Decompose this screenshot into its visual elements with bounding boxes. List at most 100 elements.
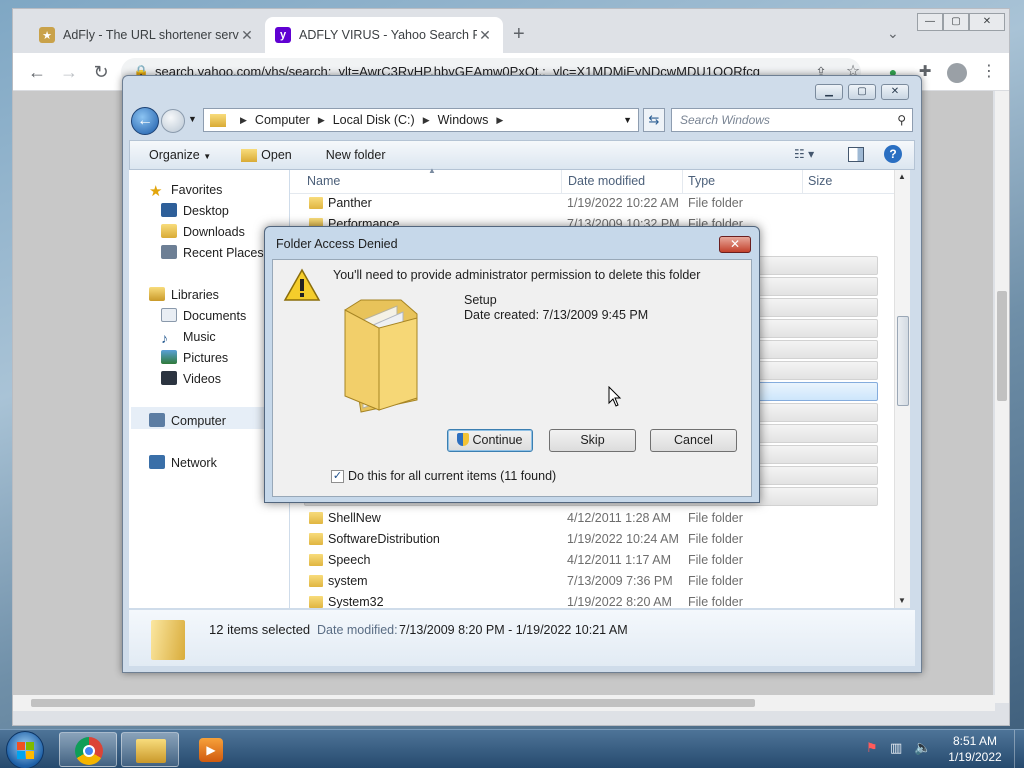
tab-adfly[interactable]: ★ AdFly - The URL shortener servic ✕ [29,17,265,53]
address-dropdown-icon[interactable]: ▼ [623,115,632,125]
file-type: File folder [688,532,743,546]
nav-documents[interactable]: Documents [161,306,246,326]
file-date: 4/12/2011 1:17 AM [567,553,672,567]
folder-date-created: Date created: 7/13/2009 9:45 PM [464,308,649,322]
skip-button[interactable]: Skip [549,429,636,452]
help-icon[interactable]: ? [884,145,902,163]
close-tab-icon[interactable]: ✕ [477,27,493,44]
nav-favorites[interactable]: ★ Favorites [149,180,222,200]
nav-recent-places[interactable]: Recent Places [161,243,264,263]
tab-title: ADFLY VIRUS - Yahoo Search Res [299,28,477,42]
explorer-address-bar[interactable]: ▶ Computer ▶ Local Disk (C:) ▶ Windows ▶… [203,108,639,132]
taskbar-explorer[interactable] [121,732,179,767]
windows-logo-icon [17,742,25,750]
file-type: File folder [688,511,743,525]
maximize-button[interactable]: ▢ [943,13,969,31]
dialog-body: You'll need to provide administrator per… [272,259,752,497]
dialog-close-button[interactable]: ✕ [719,236,751,253]
open-button[interactable]: Open [261,148,292,162]
file-row[interactable]: Panther 1/19/2022 10:22 AM File folder [290,193,894,214]
view-options-icon[interactable]: ☷ ▾ [794,147,814,161]
refresh-icon[interactable]: ⇆ [643,108,665,132]
music-note-icon: ♪ [161,330,168,346]
breadcrumb-local-disk[interactable]: Local Disk (C:) [333,113,415,127]
column-type[interactable]: Type [688,174,715,188]
file-row[interactable]: Speech 4/12/2011 1:17 AM File folder [290,550,894,571]
minimize-button[interactable]: — [917,13,943,31]
details-date-label: Date modified: [317,623,398,637]
network-status-icon[interactable]: ▥ [890,740,902,756]
explorer-minimize-button[interactable]: ▁ [815,84,843,100]
selection-count: 12 items selected [209,622,311,637]
file-row[interactable]: system 7/13/2009 7:36 PM File folder [290,571,894,592]
start-button[interactable] [6,731,44,768]
recent-places-icon [161,245,177,259]
taskbar-media-player[interactable]: ▶ [183,732,241,767]
file-row[interactable]: System32 1/19/2022 8:20 AM File folder [290,592,894,608]
file-name: System32 [328,595,384,608]
scroll-up-icon[interactable]: ▲ [898,172,906,181]
continue-button[interactable]: Continue [447,429,533,452]
menu-kebab-icon[interactable]: ⋮ [977,60,1001,84]
reload-icon[interactable]: ↻ [89,60,113,84]
tab-search-chevron-icon[interactable]: ⌄ [887,25,899,42]
back-arrow-icon[interactable]: ← [25,60,49,84]
column-date-modified[interactable]: Date modified [568,174,645,188]
tab-strip: ★ AdFly - The URL shortener servic ✕ y A… [13,9,1009,53]
breadcrumb-computer[interactable]: Computer [255,113,310,127]
new-tab-icon[interactable]: + [513,23,525,46]
file-row[interactable]: SoftwareDistribution 1/19/2022 10:24 AM … [290,529,894,550]
nav-label: Pictures [183,351,229,365]
volume-icon[interactable]: 🔈 [914,739,931,756]
nav-network[interactable]: Network [149,453,217,473]
organize-button[interactable]: Organize ▼ [149,148,211,162]
forward-arrow-icon[interactable]: → [57,60,81,84]
nav-libraries[interactable]: Libraries [149,285,219,305]
column-size[interactable]: Size [808,174,832,188]
column-divider [561,170,562,194]
clock-time: 8:51 AM [952,734,998,748]
apply-to-all-option[interactable]: ✓ Do this for all current items (11 foun… [331,469,556,483]
folder-icon [309,596,323,608]
nav-pictures[interactable]: Pictures [161,348,228,368]
new-folder-button[interactable]: New folder [326,148,386,162]
column-header: Name ▲ Date modified Type Size [290,166,894,194]
tab-title: AdFly - The URL shortener servic [63,28,239,42]
taskbar-chrome[interactable] [59,732,117,767]
explorer-search-input[interactable]: Search Windows ⚲ [671,108,913,132]
column-name[interactable]: Name [307,174,340,188]
explorer-forward-icon[interactable] [161,109,185,133]
tab-yahoo-search[interactable]: y ADFLY VIRUS - Yahoo Search Res ✕ [265,17,503,53]
nav-downloads[interactable]: Downloads [161,222,245,242]
uac-shield-icon [457,433,470,446]
nav-music[interactable]: ♪ Music [161,327,216,347]
page-horizontal-scrollbar[interactable] [13,695,995,711]
system-clock[interactable]: 8:51 AM 1/19/2022 [940,733,1010,765]
recent-pages-chevron-icon[interactable]: ▼ [188,114,197,124]
search-icon[interactable]: ⚲ [897,109,906,131]
scroll-down-icon[interactable]: ▼ [898,596,906,605]
show-desktop-button[interactable] [1014,730,1024,768]
profile-avatar-icon[interactable] [945,60,969,84]
explorer-maximize-button[interactable]: ▢ [848,84,876,100]
explorer-back-icon[interactable]: ← [131,107,159,135]
file-row[interactable]: ShellNew 4/12/2011 1:28 AM File folder [290,508,894,529]
action-center-flag-icon[interactable]: ⚑ [866,740,878,756]
close-tab-icon[interactable]: ✕ [239,27,255,44]
nav-computer[interactable]: Computer [149,411,226,431]
sort-ascending-icon: ▲ [428,166,436,175]
horizontal-scroll-thumb[interactable] [31,699,755,707]
apply-all-checkbox[interactable]: ✓ [331,469,344,483]
explorer-close-button[interactable]: ✕ [881,84,909,100]
page-vertical-scrollbar[interactable] [995,91,1009,703]
preview-pane-icon[interactable] [848,147,864,162]
warning-icon [283,268,321,301]
close-window-button[interactable]: ✕ [969,13,1005,31]
cancel-button[interactable]: Cancel [650,429,737,452]
nav-desktop[interactable]: Desktop [161,201,229,221]
breadcrumb-windows[interactable]: Windows [438,113,489,127]
vertical-scroll-thumb[interactable] [997,291,1007,401]
file-list-scrollbar[interactable]: ▲ ▼ [894,170,910,608]
file-list-scroll-thumb[interactable] [897,316,909,406]
nav-videos[interactable]: Videos [161,369,221,389]
